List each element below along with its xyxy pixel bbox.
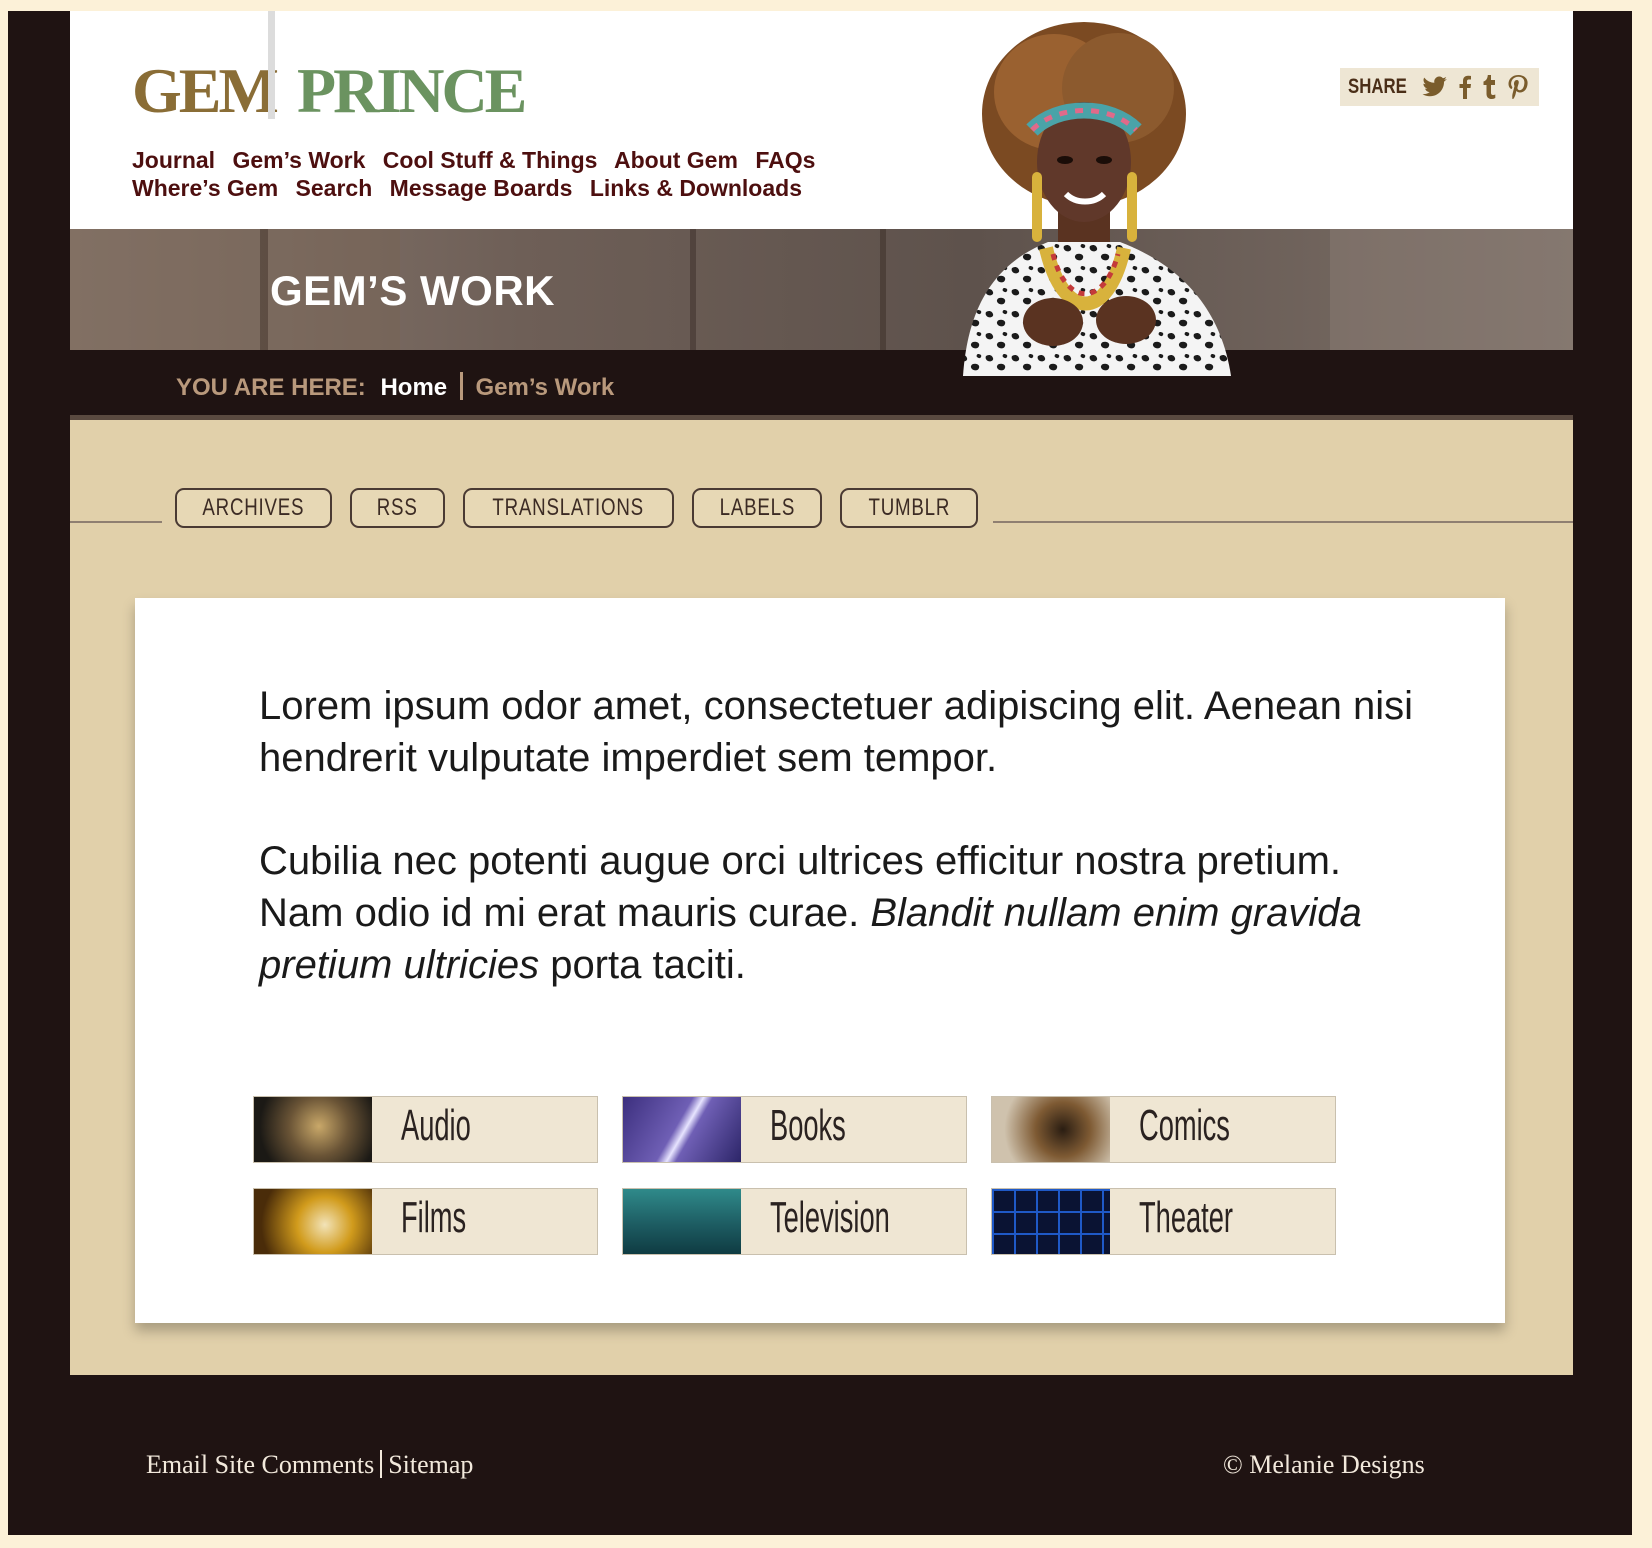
share-label: SHARE xyxy=(1348,75,1407,98)
category-audio-label: Audio xyxy=(401,1101,471,1150)
breadcrumb-label: YOU ARE HERE: xyxy=(176,374,366,401)
category-films-label: Films xyxy=(401,1193,467,1242)
sub-nav-tabs: ARCHIVES RSS TRANSLATIONS LABELS TUMBLR xyxy=(175,488,978,528)
banner-background-post xyxy=(260,229,268,350)
tab-rss[interactable]: RSS xyxy=(350,488,445,528)
twitter-icon[interactable] xyxy=(1422,76,1448,98)
site-header: GEM PRINCE Journal Gem’s Work Cool Stuff… xyxy=(70,11,1573,229)
tab-translations-label: TRANSLATIONS xyxy=(492,494,645,521)
breadcrumb-current: Gem’s Work xyxy=(475,374,615,401)
page-banner: GEM’S WORK xyxy=(70,229,1573,350)
category-comics-button[interactable]: Comics xyxy=(991,1096,1336,1163)
banner-background-window xyxy=(1330,229,1573,350)
banner-background-post xyxy=(880,229,886,350)
category-television-label: Television xyxy=(770,1193,890,1242)
pinterest-icon[interactable] xyxy=(1508,75,1528,99)
tab-archives[interactable]: ARCHIVES xyxy=(175,488,332,528)
page-title: GEM’S WORK xyxy=(270,267,555,314)
audio-thumbnail xyxy=(254,1097,372,1162)
tumblr-icon[interactable] xyxy=(1482,75,1498,99)
films-thumbnail xyxy=(254,1189,372,1254)
logo-divider xyxy=(268,11,275,119)
nav-link-gems-work[interactable]: Gem’s Work xyxy=(232,147,365,173)
breadcrumb-separator xyxy=(459,372,463,400)
category-theater-label: Theater xyxy=(1139,1193,1234,1242)
category-films-button[interactable]: Films xyxy=(253,1188,598,1255)
breadcrumb-home-link[interactable]: Home xyxy=(380,374,447,401)
nav-link-cool-stuff[interactable]: Cool Stuff & Things xyxy=(383,147,598,173)
main-nav-row-1: Journal Gem’s Work Cool Stuff & Things A… xyxy=(132,147,826,174)
logo-gem[interactable]: GEM xyxy=(132,59,279,123)
sitemap-link[interactable]: Sitemap xyxy=(388,1450,473,1479)
content-card: Lorem ipsum odor amet, consectetuer adip… xyxy=(135,598,1505,1323)
comics-thumbnail xyxy=(992,1097,1110,1162)
nav-link-links-downloads[interactable]: Links & Downloads xyxy=(590,175,802,201)
tab-translations[interactable]: TRANSLATIONS xyxy=(463,488,674,528)
body-paragraph: Cubilia nec potenti augue orci ultrices … xyxy=(259,835,1379,991)
category-comics-label: Comics xyxy=(1139,1101,1230,1150)
category-books-button[interactable]: Books xyxy=(622,1096,967,1163)
nav-link-message-boards[interactable]: Message Boards xyxy=(390,175,573,201)
category-audio-button[interactable]: Audio xyxy=(253,1096,598,1163)
footer-links: Email Site Comments Sitemap xyxy=(146,1450,473,1480)
tab-labels[interactable]: LABELS xyxy=(692,488,822,528)
tab-rule-right xyxy=(993,521,1573,523)
books-thumbnail xyxy=(623,1097,741,1162)
nav-link-journal[interactable]: Journal xyxy=(132,147,215,173)
nav-link-search[interactable]: Search xyxy=(296,175,373,201)
nav-link-about-gem[interactable]: About Gem xyxy=(614,147,738,173)
tab-rss-label: RSS xyxy=(377,494,418,521)
television-thumbnail xyxy=(623,1189,741,1254)
nav-link-faqs[interactable]: FAQs xyxy=(755,147,815,173)
category-theater-button[interactable]: Theater xyxy=(991,1188,1336,1255)
logo-prince[interactable]: PRINCE xyxy=(297,59,527,123)
tab-tumblr[interactable]: TUMBLR xyxy=(840,488,978,528)
tab-archives-label: ARCHIVES xyxy=(202,494,305,521)
intro-paragraph: Lorem ipsum odor amet, consectetuer adip… xyxy=(259,684,1413,780)
email-site-comments-link[interactable]: Email Site Comments xyxy=(146,1450,374,1479)
copyright: © Melanie Designs xyxy=(1223,1450,1425,1480)
category-television-button[interactable]: Television xyxy=(622,1188,967,1255)
body-text-end: porta taciti. xyxy=(539,943,746,987)
facebook-icon[interactable] xyxy=(1458,75,1472,99)
footer-separator xyxy=(380,1450,383,1478)
tab-tumblr-label: TUMBLR xyxy=(868,494,950,521)
category-books-label: Books xyxy=(770,1101,846,1150)
banner-background-post xyxy=(690,229,696,350)
tab-rule-left xyxy=(70,521,162,523)
nav-link-wheres-gem[interactable]: Where’s Gem xyxy=(132,175,278,201)
tab-labels-label: LABELS xyxy=(719,494,795,521)
main-nav-row-2: Where’s Gem Search Message Boards Links … xyxy=(132,175,813,202)
copyright-text: © Melanie Designs xyxy=(1223,1450,1425,1479)
theater-thumbnail xyxy=(992,1189,1110,1254)
portrait-photo xyxy=(958,22,1236,376)
breadcrumb: YOU ARE HERE: Home Gem’s Work xyxy=(176,372,614,402)
share-bar: SHARE xyxy=(1340,68,1539,106)
